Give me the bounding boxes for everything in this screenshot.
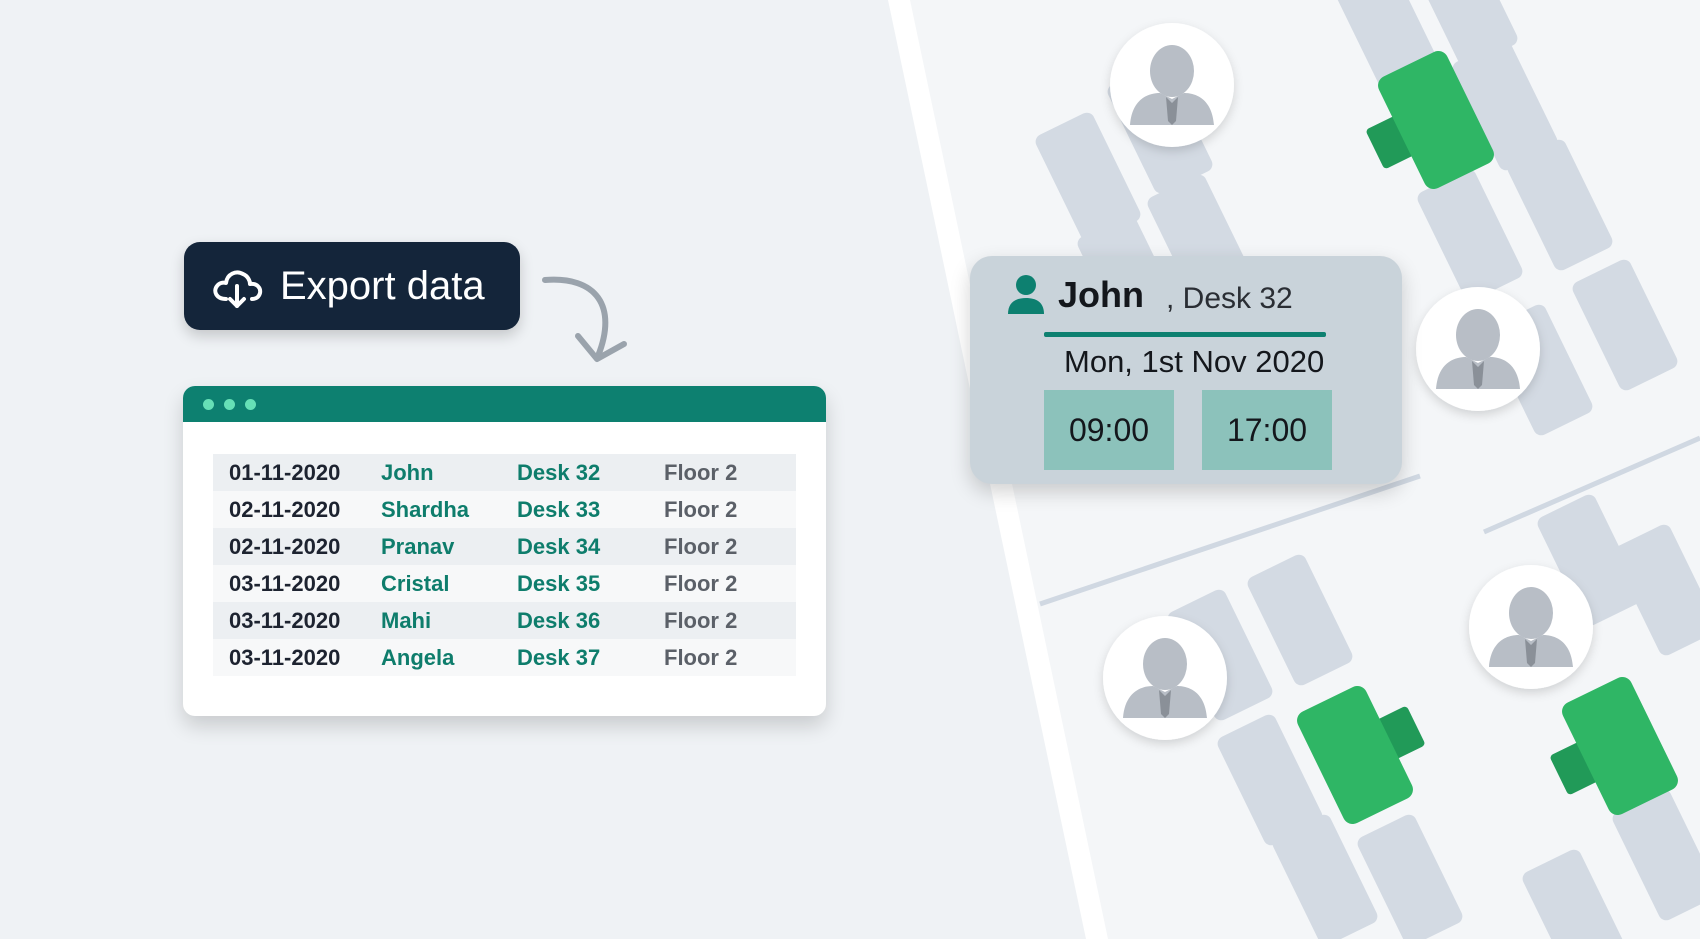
- table-row[interactable]: 03-11-2020 Cristal Desk 35 Floor 2: [213, 565, 796, 602]
- popup-divider: [1044, 332, 1326, 337]
- cell-floor: Floor 2: [664, 491, 796, 528]
- booking-desk: , Desk 32: [1166, 282, 1293, 315]
- cell-desk: Desk 33: [517, 491, 664, 528]
- end-time-slot[interactable]: 17:00: [1202, 390, 1332, 470]
- user-avatar-icon[interactable]: [1103, 616, 1227, 740]
- bookings-table: 01-11-2020 John Desk 32 Floor 2 02-11-20…: [213, 454, 796, 676]
- window-dot: [203, 398, 214, 410]
- cell-desk: Desk 32: [517, 454, 664, 491]
- table-row[interactable]: 02-11-2020 Pranav Desk 34 Floor 2: [213, 528, 796, 565]
- window-dot: [245, 398, 256, 410]
- cell-floor: Floor 2: [664, 565, 796, 602]
- table-row[interactable]: 03-11-2020 Mahi Desk 36 Floor 2: [213, 602, 796, 639]
- window-titlebar: [183, 386, 826, 422]
- window-dot: [224, 398, 235, 410]
- cell-name: Shardha: [381, 491, 517, 528]
- cell-date: 02-11-2020: [213, 491, 381, 528]
- spreadsheet-window: 01-11-2020 John Desk 32 Floor 2 02-11-20…: [183, 386, 826, 716]
- cell-date: 03-11-2020: [213, 639, 381, 676]
- user-icon: [1008, 275, 1044, 314]
- cell-date: 03-11-2020: [213, 565, 381, 602]
- cell-floor: Floor 2: [664, 454, 796, 491]
- cell-desk: Desk 36: [517, 602, 664, 639]
- table-row[interactable]: 02-11-2020 Shardha Desk 33 Floor 2: [213, 491, 796, 528]
- cell-floor: Floor 2: [664, 528, 796, 565]
- user-avatar-icon[interactable]: [1469, 565, 1593, 689]
- table-row[interactable]: 03-11-2020 Angela Desk 37 Floor 2: [213, 639, 796, 676]
- cell-name: Pranav: [381, 528, 517, 565]
- cell-name: Mahi: [381, 602, 517, 639]
- booking-popup: John , Desk 32 Mon, 1st Nov 2020 09:00 1…: [970, 256, 1402, 484]
- cell-date: 02-11-2020: [213, 528, 381, 565]
- booking-user-name: John: [1058, 274, 1144, 315]
- export-data-label: Export data: [280, 263, 485, 308]
- cell-date: 03-11-2020: [213, 602, 381, 639]
- cell-date: 01-11-2020: [213, 454, 381, 491]
- table-row[interactable]: 01-11-2020 John Desk 32 Floor 2: [213, 454, 796, 491]
- cell-name: Angela: [381, 639, 517, 676]
- cell-desk: Desk 35: [517, 565, 664, 602]
- user-avatar-icon[interactable]: [1110, 23, 1234, 147]
- cell-desk: Desk 37: [517, 639, 664, 676]
- cell-desk: Desk 34: [517, 528, 664, 565]
- cell-name: John: [381, 454, 517, 491]
- user-avatar-icon[interactable]: [1416, 287, 1540, 411]
- start-time-slot[interactable]: 09:00: [1044, 390, 1174, 470]
- cell-name: Cristal: [381, 565, 517, 602]
- cell-floor: Floor 2: [664, 602, 796, 639]
- export-data-button[interactable]: Export data: [184, 242, 520, 330]
- cell-floor: Floor 2: [664, 639, 796, 676]
- booking-date: Mon, 1st Nov 2020: [1064, 344, 1325, 379]
- cloud-download-icon: [213, 270, 263, 308]
- curved-arrow-icon: [542, 276, 609, 359]
